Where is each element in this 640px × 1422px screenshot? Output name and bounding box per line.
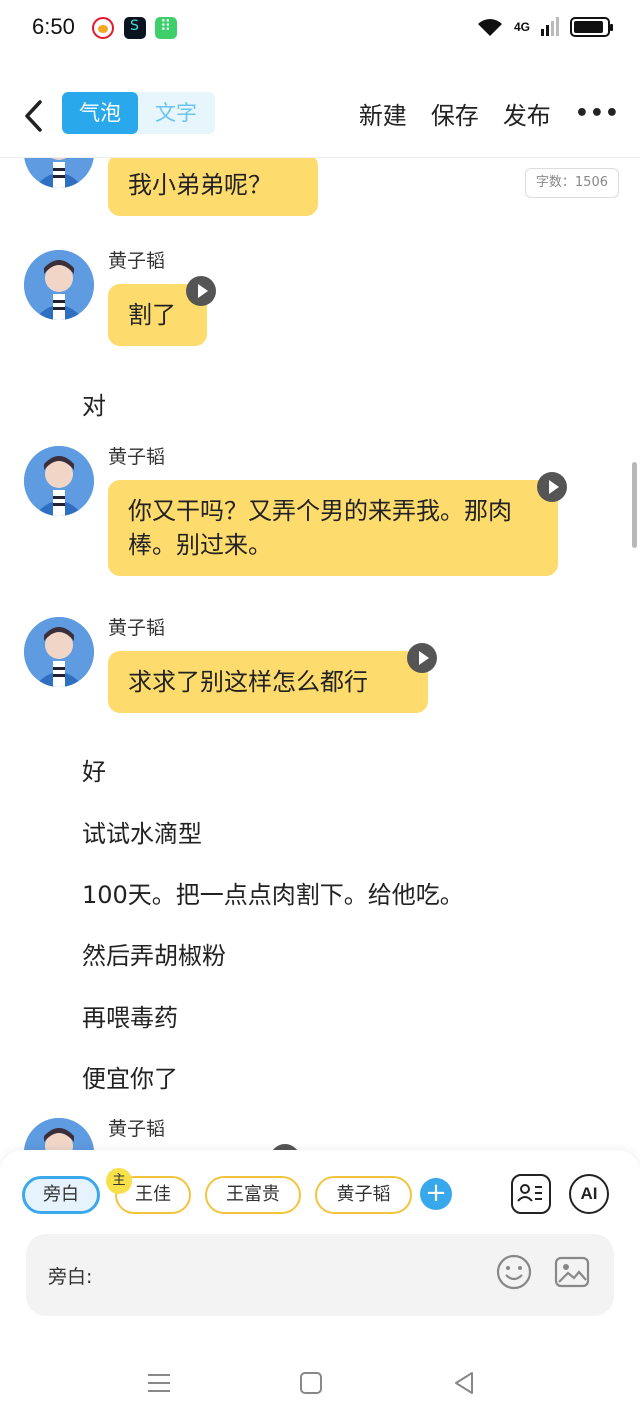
message-bubble[interactable]: 求求了别这样怎么都行 [108,651,428,713]
back-arrow-icon[interactable] [18,94,52,138]
main-role-badge: 主 [106,1168,132,1194]
narration-line[interactable]: 对 [82,386,106,421]
word-count-badge: 字数：1506 [524,168,619,198]
menu-icon[interactable] [146,1370,172,1396]
wifi-icon [477,19,502,36]
system-nav-bar [0,1342,640,1422]
avatar [24,250,94,320]
weibo-app-icon [92,17,114,39]
soul-app-icon [124,17,146,39]
sender-name: 黄子韬 [108,446,166,468]
narration-line[interactable]: 好 [82,752,106,787]
status-time: 6:50 [32,14,75,39]
image-icon[interactable] [554,1254,590,1290]
narration-line[interactable]: 便宜你了 [82,1059,178,1094]
input-role-label: 旁白: [48,1266,93,1288]
narration-line[interactable]: 然后弄胡椒粉 [82,936,226,971]
avatar [24,158,94,188]
role-chip-narrator[interactable]: 旁白 [22,1176,100,1214]
message-input[interactable]: 旁白: [26,1234,614,1316]
sender-name: 黄子韬 [108,617,166,639]
role-chip-huangzitao[interactable]: 黄子韬 [315,1176,412,1214]
status-bar: 6:50 4G [0,0,640,58]
tab-bubble[interactable]: 气泡 [62,92,138,134]
narration-line[interactable]: 试试水滴型 [82,814,202,849]
battery-icon [570,17,613,37]
avatar [24,1118,94,1150]
new-button[interactable]: 新建 [359,96,407,131]
narration-line[interactable]: 100天。把一点点肉割下。给他吃。 [82,875,464,910]
more-icon[interactable]: ••• [575,101,620,126]
publish-button[interactable]: 发布 [503,96,551,131]
back-icon[interactable] [451,1370,477,1396]
tab-text[interactable]: 文字 [138,92,214,134]
composer-panel: 旁白 王佳 主 王富贵 黄子韬 + AI 旁白: [0,1150,640,1342]
top-nav: 气泡 文字 新建 保存 发布 ••• [0,86,640,146]
signal-icon [541,17,559,36]
chat-content[interactable]: 字数：1506 我小弟弟呢？ 黄子韬 割了 对 黄子韬 你又干吗？又弄个男的来弄… [0,158,640,1150]
avatar [24,617,94,687]
home-icon[interactable] [298,1370,324,1396]
ai-button[interactable]: AI [569,1174,609,1214]
role-card-icon[interactable] [511,1174,551,1214]
mode-toggle: 气泡 文字 [62,92,215,134]
message-bubble[interactable]: 你又干吗？又弄个男的来弄我。那肉棒。别过来。 [108,480,558,576]
sender-name: 黄子韬 [108,1118,166,1140]
add-role-button[interactable]: + [420,1178,452,1210]
green-app-icon [155,17,177,39]
narration-line[interactable]: 再喂毒药 [82,998,178,1033]
play-voice-icon[interactable] [407,643,437,673]
role-chip-wangfugui[interactable]: 王富贵 [205,1176,301,1214]
network-type-label: 4G [513,20,530,34]
sender-name: 黄子韬 [108,250,166,272]
avatar [24,446,94,516]
save-button[interactable]: 保存 [431,96,479,131]
emoji-icon[interactable] [496,1254,532,1290]
message-bubble[interactable]: 我小弟弟呢？ [108,158,318,216]
scrollbar[interactable] [632,462,637,548]
play-voice-icon[interactable] [537,472,567,502]
play-voice-icon[interactable] [186,276,216,306]
